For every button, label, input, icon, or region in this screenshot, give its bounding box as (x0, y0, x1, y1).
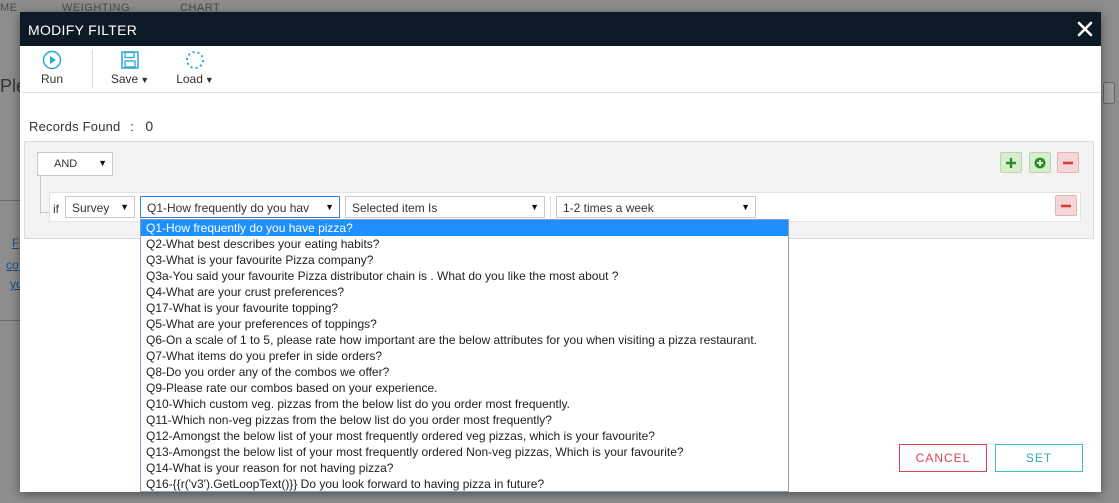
records-count: 0 (145, 118, 154, 134)
records-label: Records Found (29, 119, 121, 134)
floppy-disk-icon (121, 51, 139, 69)
records-found: Records Found : 0 (29, 118, 153, 134)
close-icon (1077, 21, 1093, 37)
background-tab: ME (0, 2, 18, 14)
set-button[interactable]: SET (995, 444, 1083, 472)
dialog-title: MODIFY FILTER (28, 22, 138, 38)
value-value: 1-2 times a week (563, 201, 654, 215)
background-divider (0, 200, 22, 201)
dropdown-option[interactable]: Q5-What are your preferences of toppings… (141, 316, 788, 332)
dropdown-option[interactable]: Q3a-You said your favourite Pizza distri… (141, 268, 788, 284)
toolbar-separator (92, 50, 93, 88)
run-label: Run (41, 72, 64, 86)
records-separator: : (130, 119, 134, 134)
dropdown-option[interactable]: Q3-What is your favourite Pizza company? (141, 252, 788, 268)
chevron-down-icon: ▼ (530, 202, 539, 212)
chevron-down-icon: ▼ (325, 202, 334, 212)
dropdown-option[interactable]: Q6-On a scale of 1 to 5, please rate how… (141, 332, 788, 348)
play-circle-icon (42, 50, 62, 70)
chevron-down-icon: ▼ (98, 158, 107, 168)
cancel-button[interactable]: CANCEL (899, 444, 987, 472)
load-label: Load (176, 72, 203, 86)
operator-value: Selected item Is (352, 201, 438, 215)
add-condition-button[interactable] (1000, 152, 1022, 173)
dropdown-option[interactable]: Q9-Please rate our combos based on your … (141, 380, 788, 396)
background-link: F (12, 236, 20, 250)
source-select[interactable]: Survey ▼ (65, 196, 135, 218)
operator-select[interactable]: Selected item Is ▼ (345, 196, 545, 218)
minus-icon (1061, 204, 1071, 208)
run-button[interactable]: Run (41, 50, 63, 86)
save-label: Save (110, 72, 139, 86)
background-divider (0, 320, 22, 321)
save-button[interactable]: Save ▼ (108, 50, 152, 86)
dropdown-option[interactable]: Q11-Which non-veg pizzas from the below … (141, 412, 788, 428)
add-group-button[interactable] (1029, 152, 1051, 173)
logic-value: AND (54, 158, 78, 170)
source-value: Survey (72, 201, 110, 215)
dropdown-option[interactable]: Q1-How frequently do you have pizza? (141, 220, 788, 236)
tree-connector (40, 176, 41, 214)
dropdown-option[interactable]: Q2-What best describes your eating habit… (141, 236, 788, 252)
dropdown-option[interactable]: Q8-Do you order any of the combos we off… (141, 364, 788, 380)
dropdown-option[interactable]: Q14-What is your reason for not having p… (141, 460, 788, 476)
question-select[interactable]: Q1-How frequently do you hav ▼ (140, 196, 340, 218)
chevron-down-icon: ▼ (120, 202, 129, 212)
dropdown-option[interactable]: Q10-Which custom veg. pizzas from the be… (141, 396, 788, 412)
background-button (1103, 82, 1115, 104)
field-divider (550, 196, 551, 218)
dropdown-option[interactable]: Q17-What is your favourite topping? (141, 300, 788, 316)
remove-group-button[interactable] (1057, 152, 1079, 173)
question-dropdown-list: Q1-How frequently do you have pizza? Q2-… (140, 219, 789, 492)
load-button[interactable]: Load ▼ (172, 50, 218, 86)
chevron-down-icon: ▼ (140, 75, 150, 85)
background-link: co (6, 258, 19, 272)
logic-select[interactable]: AND ▼ (37, 152, 113, 176)
dropdown-option[interactable]: Q4-What are your crust preferences? (141, 284, 788, 300)
dropdown-option[interactable]: Q7-What items do you prefer in side orde… (141, 348, 788, 364)
if-label: if (53, 202, 59, 216)
dialog-header: MODIFY FILTER (20, 12, 1101, 46)
minus-icon (1063, 161, 1073, 165)
remove-condition-button[interactable] (1055, 195, 1077, 216)
question-value: Q1-How frequently do you hav (147, 201, 310, 215)
dropdown-option[interactable]: Q12-Amongst the below list of your most … (141, 428, 788, 444)
value-select[interactable]: 1-2 times a week ▼ (556, 196, 756, 218)
plus-circle-icon (1034, 157, 1046, 169)
dropdown-option[interactable]: Q13-Amongst the below list of your most … (141, 444, 788, 460)
toolbar: Run Save ▼ Load ▼ (20, 46, 1101, 93)
chevron-down-icon: ▼ (741, 202, 750, 212)
dropdown-option[interactable]: Q16-{{r('v3').GetLoopText()}} Do you loo… (141, 476, 788, 491)
spinner-icon (186, 51, 204, 69)
close-button[interactable] (1075, 19, 1095, 39)
chevron-down-icon: ▼ (204, 75, 214, 85)
plus-icon (1006, 158, 1016, 168)
